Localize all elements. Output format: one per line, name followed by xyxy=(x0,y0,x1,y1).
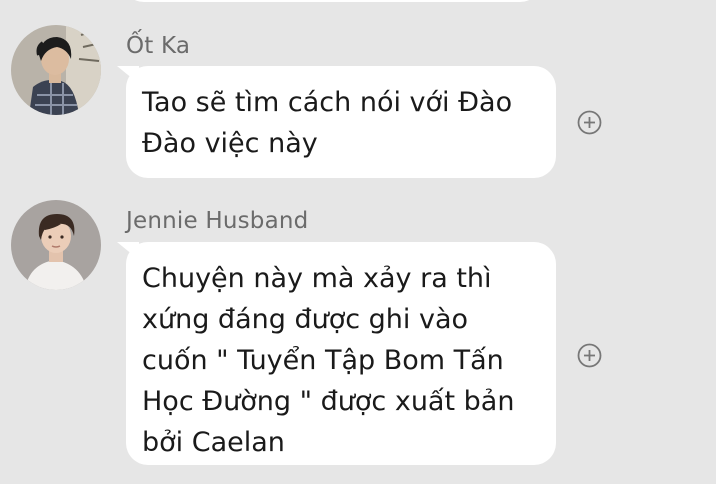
add-reaction-button[interactable] xyxy=(577,110,602,135)
add-circle-icon xyxy=(577,343,602,368)
add-reaction-button[interactable] xyxy=(577,343,602,368)
sender-avatar[interactable] xyxy=(11,200,101,290)
sender-avatar[interactable] xyxy=(11,25,101,115)
profile-photo-boy-dark-hair-icon xyxy=(11,25,101,115)
profile-photo-boy-white-shirt-icon xyxy=(11,200,101,290)
message-text: Tao sẽ tìm cách nói với Đào Đào việc này xyxy=(142,87,513,159)
message-text: Chuyện này mà xảy ra thì xứng đáng được … xyxy=(142,263,515,458)
sender-name: Ốt Ka xyxy=(126,33,191,59)
sender-name: Jennie Husband xyxy=(126,208,309,234)
message-bubble[interactable]: Chuyện này mà xảy ra thì xứng đáng được … xyxy=(126,242,556,465)
add-circle-icon xyxy=(577,110,602,135)
chat-thread: Ốt Ka Tao sẽ tìm cách nói với Đào Đào vi… xyxy=(0,0,716,484)
message-bubble[interactable]: Tao sẽ tìm cách nói với Đào Đào việc này xyxy=(126,66,556,178)
previous-message-bubble xyxy=(122,0,542,2)
